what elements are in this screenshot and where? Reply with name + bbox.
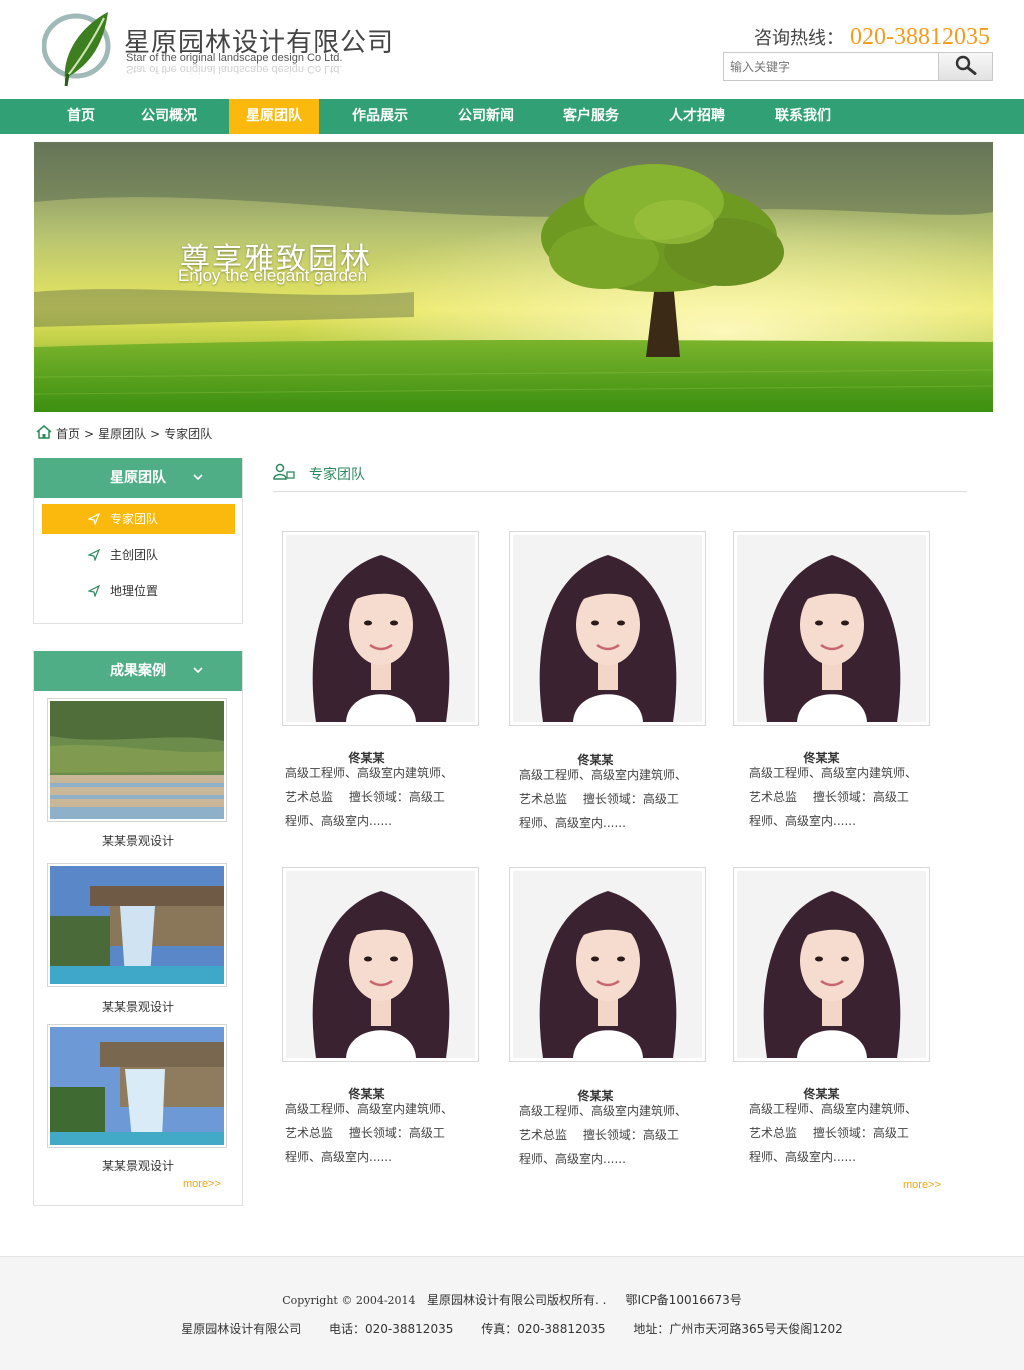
cases-more-link[interactable]: more>> [183,1178,221,1190]
breadcrumb-separator: > [150,426,161,441]
sidebar-item-label: 专家团队 [110,512,159,526]
member-description-line: 程师、高级室内...... [749,814,856,828]
sidebar-item-experts[interactable]: 专家团队 [42,504,235,534]
case-caption[interactable]: 某某景观设计 [34,832,242,849]
section-divider [273,491,967,492]
section-header: 专家团队 [273,463,365,485]
nav-item-news[interactable]: 公司新闻 [443,99,529,134]
breadcrumb: 首页 > 星原团队 > 专家团队 [36,425,212,442]
member-description-line: 艺术总监 擅长领域：高级工 [519,792,679,806]
nav-item-home[interactable]: 首页 [49,99,113,134]
member-description-line: 艺术总监 擅长领域：高级工 [285,1126,445,1140]
search-input[interactable] [724,53,938,80]
nav-item-contact[interactable]: 联系我们 [760,99,846,134]
member-description-line: 艺术总监 擅长领域：高级工 [285,790,445,804]
sidebar-item-location[interactable]: 地理位置 [42,576,235,606]
sidebar-cases-header[interactable]: 成果案例 [34,651,242,691]
member-description: 高级工程师、高级室内建筑师、 艺术总监 擅长领域：高级工 程师、高级室内...... [285,1097,460,1169]
nav-item-about[interactable]: 公司概况 [126,99,212,134]
search-box [723,52,993,81]
member-description-line: 程师、高级室内...... [749,1150,856,1164]
footer-fax: 传真：020-38812035 [481,1322,606,1336]
member-description-line: 程师、高级室内...... [519,816,626,830]
team-icon [273,463,295,485]
sidebar-team-panel: 星原团队 专家团队 主创团队 地理位置 [33,458,243,624]
member-description-line: 高级工程师、高级室内建筑师、 [749,1102,918,1116]
send-arrow-icon [88,585,100,597]
send-arrow-icon [88,549,100,561]
nav-item-service[interactable]: 客户服务 [548,99,634,134]
case-image-waterfall-2[interactable] [47,1024,227,1148]
footer: Copyright © 2004-2014 星原园林设计有限公司版权所有. . … [0,1256,1024,1370]
nav-item-jobs[interactable]: 人才招聘 [654,99,740,134]
section-title: 专家团队 [309,467,365,483]
footer-phone: 电话：020-38812035 [329,1322,454,1336]
member-description-line: 程师、高级室内...... [519,1152,626,1166]
nav-item-works[interactable]: 作品展示 [337,99,423,134]
chevron-down-icon [193,667,203,674]
breadcrumb-separator: > [84,426,95,441]
sidebar-cases-panel: 成果案例 某某景观设计 某某景观设计 某某景观设计 more>> [33,651,243,1206]
case-caption[interactable]: 某某景观设计 [34,1157,242,1174]
case-caption[interactable]: 某某景观设计 [34,998,242,1015]
case-image-terraces[interactable] [47,698,227,822]
sidebar-item-label: 主创团队 [110,548,159,562]
member-photo[interactable] [733,531,930,726]
member-photo[interactable] [282,531,479,726]
footer-rights: 星原园林设计有限公司版权所有. . [427,1293,607,1307]
banner-subtitle: Enjoy the elegant garden [178,266,368,285]
footer-address: 地址：广州市天河路365号天俊阁1202 [633,1322,843,1336]
members-more-link[interactable]: more>> [903,1179,941,1191]
sidebar-team-header[interactable]: 星原团队 [34,458,242,498]
breadcrumb-home[interactable]: 首页 [56,425,80,442]
member-photo[interactable] [282,867,479,1062]
hotline: 咨询热线： 020-38812035 [754,24,990,51]
breadcrumb-current: 专家团队 [164,427,213,441]
member-description-line: 高级工程师、高级室内建筑师、 [519,768,688,782]
footer-contact-line: 星原园林设计有限公司 电话：020-38812035 传真：020-388120… [0,1320,1024,1337]
member-description-line: 高级工程师、高级室内建筑师、 [519,1104,688,1118]
banner: 尊享雅致园林 Enjoy the elegant garden [34,142,993,412]
member-description-line: 程师、高级室内...... [285,1150,392,1164]
member-description-line: 高级工程师、高级室内建筑师、 [285,1102,454,1116]
sidebar-cases-title: 成果案例 [110,663,166,679]
sidebar-item-label: 地理位置 [110,584,159,598]
chevron-down-icon [193,474,203,481]
member-description-line: 艺术总监 擅长领域：高级工 [749,1126,909,1140]
hotline-number: 020-38812035 [850,24,990,50]
main-nav: 首页 公司概况 星原团队 作品展示 公司新闻 客户服务 人才招聘 联系我们 [0,99,1024,134]
hotline-separator: ： [826,28,844,49]
member-description: 高级工程师、高级室内建筑师、 艺术总监 擅长领域：高级工 程师、高级室内...... [285,761,460,833]
member-description-line: 艺术总监 擅长领域：高级工 [519,1128,679,1142]
home-icon[interactable] [36,425,52,442]
company-name-en-reflection: Star of the original landscape design Co… [126,63,343,75]
member-description: 高级工程师、高级室内建筑师、 艺术总监 擅长领域：高级工 程师、高级室内...... [749,761,924,833]
member-description-line: 高级工程师、高级室内建筑师、 [285,766,454,780]
member-description-line: 程师、高级室内...... [285,814,392,828]
member-photo[interactable] [733,867,930,1062]
footer-copyright-line: Copyright © 2004-2014 星原园林设计有限公司版权所有. . … [0,1291,1024,1308]
hotline-label: 咨询热线 [754,28,826,49]
footer-company: 星原园林设计有限公司 [181,1322,302,1336]
send-arrow-icon [88,513,100,525]
footer-icp[interactable]: 鄂ICP备10016673号 [626,1293,742,1307]
search-button[interactable] [938,53,992,80]
company-logo[interactable] [41,8,114,92]
sidebar-team-title: 星原团队 [110,470,166,486]
breadcrumb-team[interactable]: 星原团队 [98,425,146,442]
case-image-waterfall[interactable] [47,863,227,987]
member-description: 高级工程师、高级室内建筑师、 艺术总监 擅长领域：高级工 程师、高级室内...... [519,763,694,835]
member-photo[interactable] [509,867,706,1062]
member-description-line: 艺术总监 擅长领域：高级工 [749,790,909,804]
member-description: 高级工程师、高级室内建筑师、 艺术总监 擅长领域：高级工 程师、高级室内...... [519,1099,694,1171]
nav-item-team[interactable]: 星原团队 [229,99,319,134]
member-description-line: 高级工程师、高级室内建筑师、 [749,766,918,780]
member-photo[interactable] [509,531,706,726]
sidebar-item-creative-team[interactable]: 主创团队 [42,540,235,570]
search-icon [955,55,977,79]
member-description: 高级工程师、高级室内建筑师、 艺术总监 擅长领域：高级工 程师、高级室内...... [749,1097,924,1169]
footer-copyright: Copyright © 2004-2014 [282,1294,416,1307]
